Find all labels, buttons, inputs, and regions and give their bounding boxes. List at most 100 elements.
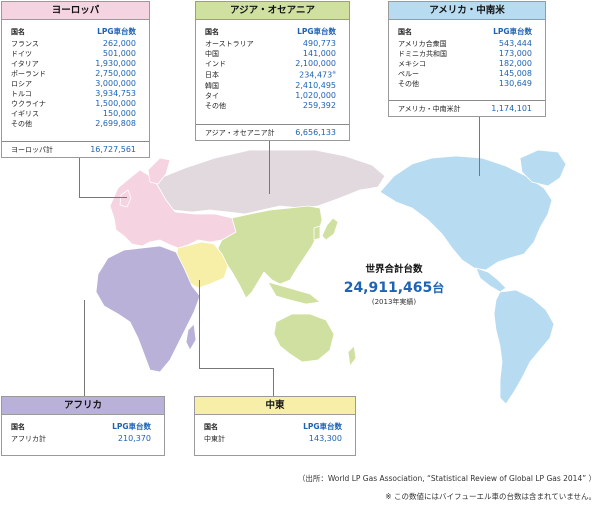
table-row: 中東計 143,300	[195, 434, 355, 444]
table-row: フランス 262,000	[2, 39, 149, 49]
table-row: イタリア 1,930,000	[2, 59, 149, 69]
table-row: ポーランド 2,750,000	[2, 69, 149, 79]
americas-table-header: 国名 LPG車台数	[389, 25, 545, 39]
table-row: ドミニカ共和国 173,000	[389, 49, 545, 59]
africa-connector	[84, 300, 85, 397]
south-america	[493, 289, 555, 405]
country-value: 501,000	[102, 49, 136, 58]
country-name: ドミニカ共和国	[398, 50, 447, 58]
africa-table: 国名 LPG車台数 アフリカ計 210,370	[2, 420, 164, 444]
country-name: その他	[398, 80, 419, 88]
japan-islands	[321, 217, 339, 241]
middle-east-panel: 中東 国名 LPG車台数 中東計 143,300	[194, 396, 356, 456]
europe-table-header: 国名 LPG車台数	[2, 25, 149, 39]
country-header: 国名	[204, 423, 218, 431]
middle-east-connector-v	[199, 280, 200, 368]
country-name: イタリア	[11, 60, 39, 68]
country-value: 543,444	[498, 39, 532, 48]
table-row: ドイツ 501,000	[2, 49, 149, 59]
value-header: LPG車台数	[303, 422, 342, 431]
middle-east-connector-v2	[273, 368, 274, 396]
americas-total-label: アメリカ・中南米計	[398, 104, 461, 113]
table-row: イギリス 150,000	[2, 109, 149, 119]
americas-connector	[479, 116, 480, 176]
europe-panel: ヨーロッパ 国名 LPG車台数 フランス 262,000 ドイツ 501,000 イ…	[1, 1, 150, 158]
country-name: タイ	[205, 91, 219, 100]
table-row: その他 2,699,808	[2, 119, 149, 129]
table-row: ロシア 3,000,000	[2, 79, 149, 89]
asia-title: アジア・オセアニア	[196, 2, 349, 20]
world-total-value: 24,911,465	[343, 280, 433, 296]
table-row: タイ 1,020,000	[196, 91, 349, 101]
country-value: 490,773	[302, 39, 336, 48]
madagascar	[185, 323, 197, 351]
africa-title: アフリカ	[2, 397, 164, 415]
country-value: 262,000	[102, 39, 136, 48]
country-header: 国名	[11, 423, 25, 431]
japan-note-mark: ※	[332, 71, 336, 76]
table-row: アメリカ合衆国 543,444	[389, 39, 545, 49]
asia-total-row: アジア・オセアニア計 6,656,133	[196, 124, 349, 140]
country-name: その他	[11, 120, 32, 128]
country-header: 国名	[11, 28, 25, 36]
source-note: （出所：World LP Gas Association, “Statistic…	[297, 474, 596, 483]
table-row: アフリカ計 210,370	[2, 434, 164, 444]
middle-east-total-label: 中東計	[204, 435, 225, 443]
country-name: ウクライナ	[11, 100, 46, 108]
value-header: LPG車台数	[297, 27, 336, 36]
country-name: 中国	[205, 50, 219, 58]
country-value: 141,000	[302, 49, 336, 58]
value-header: LPG車台数	[97, 27, 136, 36]
new-zealand	[347, 345, 357, 367]
country-value: 3,000,000	[95, 79, 136, 88]
asia-table: 国名 LPG車台数 オーストラリア 490,773 中国 141,000 インド 2,…	[196, 25, 349, 111]
country-value: 1,500,000	[95, 99, 136, 108]
country-value: 3,934,753	[95, 89, 136, 98]
americas-total-row: アメリカ・中南米計 1,174,101	[389, 100, 545, 116]
korea	[313, 225, 321, 241]
country-value: 145,008	[498, 69, 532, 78]
asia-total-value: 6,656,133	[295, 128, 336, 137]
table-row: その他 259,392	[196, 101, 349, 111]
country-name: メキシコ	[398, 60, 426, 68]
country-header: 国名	[398, 28, 412, 36]
middle-east-table: 国名 LPG車台数 中東計 143,300	[195, 420, 355, 444]
table-row: トルコ 3,934,753	[2, 89, 149, 99]
africa-total-value: 210,370	[117, 434, 151, 443]
country-value: 234,473※	[275, 69, 349, 81]
country-name: トルコ	[11, 90, 32, 98]
table-row: オーストラリア 490,773	[196, 39, 349, 49]
middle-east-title: 中東	[195, 397, 355, 415]
americas-panel: アメリカ・中南米 国名 LPG車台数 アメリカ合衆国 543,444 ドミニカ共和…	[388, 1, 546, 117]
world-total-unit: 台	[432, 281, 445, 295]
country-name: ペルー	[398, 70, 419, 78]
country-value: 2,100,000	[295, 59, 336, 68]
australia	[273, 313, 335, 363]
asia-table-header: 国名 LPG車台数	[196, 25, 349, 39]
asia-total-label: アジア・オセアニア計	[205, 128, 275, 137]
asia-oceania-panel: アジア・オセアニア 国名 LPG車台数 オーストラリア 490,773 中国 141…	[195, 1, 350, 141]
table-row: 日本 234,473※	[196, 69, 349, 81]
country-name: 日本	[205, 70, 219, 79]
country-name: アメリカ合衆国	[398, 40, 447, 48]
world-total: 世界合計台数 24,911,465台 (2013年実績)	[334, 261, 454, 307]
middle-east-connector-h	[199, 368, 274, 369]
country-value: 2,410,495	[295, 80, 336, 90]
africa-total-label: アフリカ計	[11, 435, 46, 443]
table-row: インド 2,100,000	[196, 59, 349, 69]
world-total-number: 24,911,465台	[334, 279, 454, 296]
country-value: 130,649	[498, 79, 532, 88]
europe-connector-v	[79, 157, 80, 198]
world-year-note: (2013年実績)	[371, 298, 417, 306]
table-row: 中国 141,000	[196, 49, 349, 59]
country-value: 150,000	[102, 109, 136, 118]
value-header: LPG車台数	[493, 27, 532, 36]
value-header: LPG車台数	[112, 422, 151, 431]
americas-total-value: 1,174,101	[491, 104, 532, 113]
world-total-label: 世界合計台数	[365, 264, 423, 275]
country-value: 173,000	[498, 49, 532, 58]
central-america	[475, 267, 507, 293]
middle-east-total-value: 143,300	[308, 434, 342, 443]
europe-title: ヨーロッパ	[2, 2, 149, 20]
americas-table: 国名 LPG車台数 アメリカ合衆国 543,444 ドミニカ共和国 173,000 …	[389, 25, 545, 89]
